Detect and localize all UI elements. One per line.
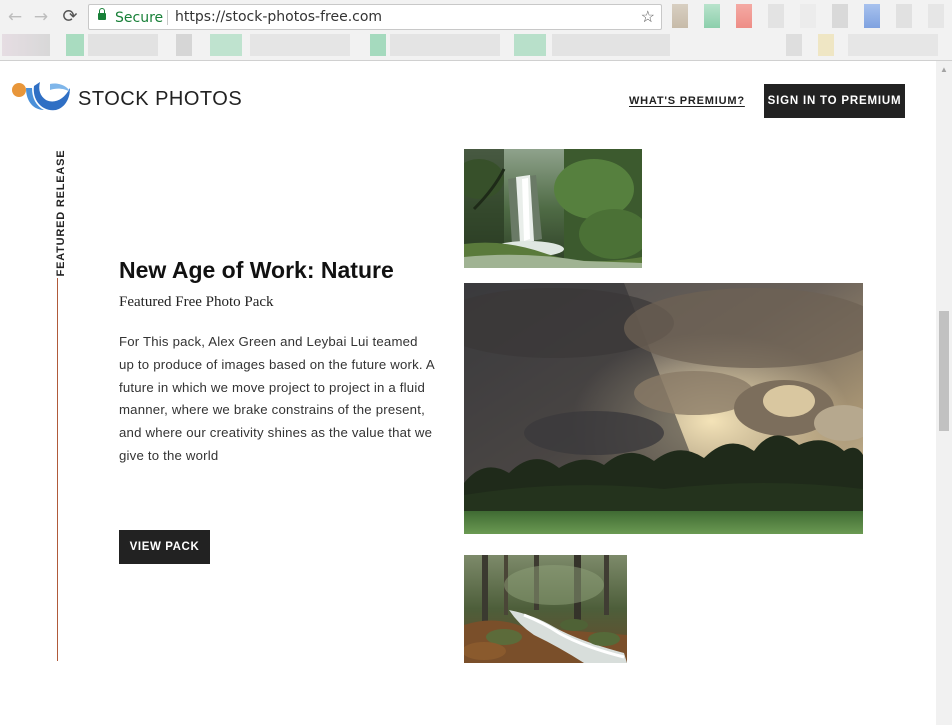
bookmark-item[interactable] bbox=[176, 34, 192, 56]
pack-title: New Age of Work: Nature bbox=[119, 257, 394, 283]
bookmark-item[interactable] bbox=[88, 34, 158, 56]
pack-description: For This pack, Alex Green and Leybai Lui… bbox=[119, 334, 435, 463]
reload-icon[interactable]: ⟳ bbox=[59, 6, 81, 28]
extension-icon[interactable] bbox=[736, 4, 752, 28]
forest-stream-photo[interactable] bbox=[464, 555, 627, 663]
extension-icon[interactable] bbox=[768, 4, 784, 28]
logo-icon bbox=[12, 82, 70, 111]
featured-release-text: FEATURED RELEASE bbox=[55, 149, 67, 277]
bookmark-item[interactable] bbox=[818, 34, 834, 56]
waterfall-photo[interactable] bbox=[464, 149, 642, 268]
scrollbar-thumb[interactable] bbox=[939, 311, 949, 431]
lock-icon bbox=[98, 8, 106, 20]
bookmark-item[interactable] bbox=[552, 34, 670, 56]
extension-icon[interactable] bbox=[864, 4, 880, 28]
extension-icon[interactable] bbox=[928, 4, 944, 28]
extension-icon[interactable] bbox=[832, 4, 848, 28]
bookmark-item[interactable] bbox=[390, 34, 500, 56]
address-bar[interactable]: Secure https://stock-photos-free.com ☆ bbox=[88, 4, 662, 30]
featured-divider-line bbox=[57, 278, 58, 661]
bookmark-star-icon[interactable]: ☆ bbox=[641, 7, 655, 27]
site-logo[interactable] bbox=[10, 78, 74, 118]
bookmark-item[interactable] bbox=[210, 34, 242, 56]
extension-icon[interactable] bbox=[800, 4, 816, 28]
bookmark-item[interactable] bbox=[66, 34, 84, 56]
address-divider bbox=[167, 10, 168, 25]
secure-label: Secure bbox=[115, 10, 164, 26]
bookmark-item[interactable] bbox=[2, 34, 50, 56]
url-text[interactable]: https://stock-photos-free.com bbox=[175, 9, 382, 25]
featured-release-label: FEATURED RELEASE bbox=[47, 150, 75, 277]
view-pack-button[interactable]: VIEW PACK bbox=[119, 530, 210, 564]
forward-arrow-icon[interactable]: → bbox=[30, 6, 52, 28]
bookmark-item[interactable] bbox=[786, 34, 802, 56]
scroll-up-arrow-icon[interactable]: ▲ bbox=[936, 65, 952, 74]
page-scrollbar[interactable]: ▲ bbox=[936, 61, 952, 725]
bookmark-item[interactable] bbox=[514, 34, 546, 56]
storm-clouds-photo[interactable] bbox=[464, 283, 863, 534]
extension-icon[interactable] bbox=[672, 4, 688, 28]
pack-subtitle: Featured Free Photo Pack bbox=[119, 294, 274, 310]
sign-in-premium-button[interactable]: SIGN IN TO PREMIUM bbox=[764, 84, 905, 118]
bookmark-item[interactable] bbox=[848, 34, 938, 56]
brand-name[interactable]: STOCK PHOTOS bbox=[78, 88, 242, 111]
page-content: STOCK PHOTOS WHAT'S PREMIUM? SIGN IN TO … bbox=[0, 61, 936, 725]
bookmark-item[interactable] bbox=[250, 34, 350, 56]
extension-icon[interactable] bbox=[704, 4, 720, 28]
whats-premium-link[interactable]: WHAT'S PREMIUM? bbox=[629, 95, 745, 107]
back-arrow-icon[interactable]: ← bbox=[4, 6, 26, 28]
browser-chrome: ← → ⟳ Secure https://stock-photos-free.c… bbox=[0, 0, 952, 61]
bookmark-item[interactable] bbox=[370, 34, 386, 56]
extension-icon[interactable] bbox=[896, 4, 912, 28]
